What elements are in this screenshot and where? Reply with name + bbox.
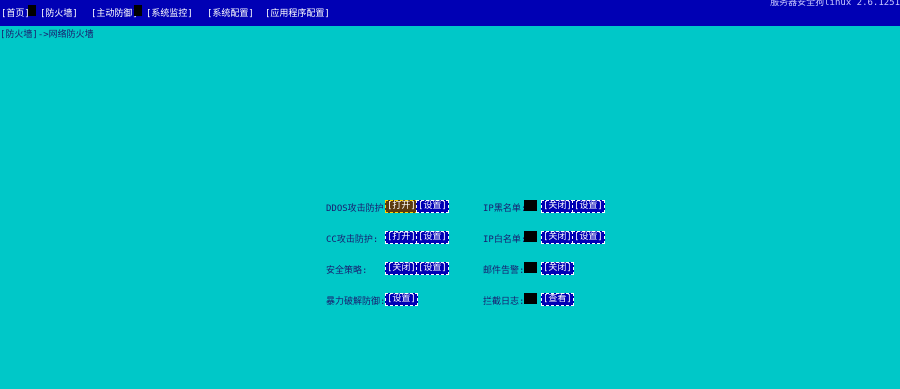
ddos-toggle-button[interactable]: [打开] [385, 200, 418, 213]
menu-app-config[interactable]: [应用程序配置] [265, 6, 330, 19]
ip-blacklist-toggle-button[interactable]: [关闭] [541, 200, 574, 213]
ip-whitelist-settings-button[interactable]: [设置] [572, 231, 605, 244]
policy-toggle-button[interactable]: [关闭] [385, 262, 418, 275]
menu-system-config[interactable]: [系统配置] [207, 6, 254, 19]
ddos-label: DDOS攻击防护: [326, 204, 390, 214]
status-block [524, 262, 537, 273]
bruteforce-label: 暴力破解防御: [326, 297, 386, 307]
ip-whitelist-toggle-button[interactable]: [关闭] [541, 231, 574, 244]
ip-blacklist-settings-button[interactable]: [设置] [572, 200, 605, 213]
mail-alert-label: 邮件告警: [483, 266, 525, 276]
breadcrumb: [防火墙]->网络防火墙 [0, 30, 94, 40]
menu-system-monitor[interactable]: [系统监控] [146, 6, 193, 19]
ip-whitelist-label: IP白名单: [483, 235, 527, 245]
policy-settings-button[interactable]: [设置] [416, 262, 449, 275]
status-block [524, 231, 537, 242]
mail-alert-toggle-button[interactable]: [关闭] [541, 262, 574, 275]
menu-active-defense[interactable]: [主动防御] [91, 6, 138, 19]
intercept-log-label: 拦截日志: [483, 297, 525, 307]
menu-home[interactable]: [首页] [1, 6, 30, 19]
cc-toggle-button[interactable]: [打开] [385, 231, 418, 244]
ip-blacklist-label: IP黑名单: [483, 204, 527, 214]
cursor-block [134, 5, 142, 16]
policy-label: 安全策略: [326, 266, 368, 276]
bruteforce-settings-button[interactable]: [设置] [385, 293, 418, 306]
intercept-log-view-button[interactable]: [查看] [541, 293, 574, 306]
cc-label: CC攻击防护: [326, 235, 379, 245]
cursor-block [28, 5, 36, 16]
ddos-settings-button[interactable]: [设置] [416, 200, 449, 213]
top-menu-bar: [首页] [防火墙] [主动防御] [系统监控] [系统配置] [应用程序配置]… [0, 0, 900, 26]
status-block [524, 293, 537, 304]
status-block [524, 200, 537, 211]
cc-settings-button[interactable]: [设置] [416, 231, 449, 244]
menu-firewall[interactable]: [防火墙] [40, 6, 78, 19]
version-text: 服务器安全狗linux 2.6.1251 [770, 0, 900, 8]
